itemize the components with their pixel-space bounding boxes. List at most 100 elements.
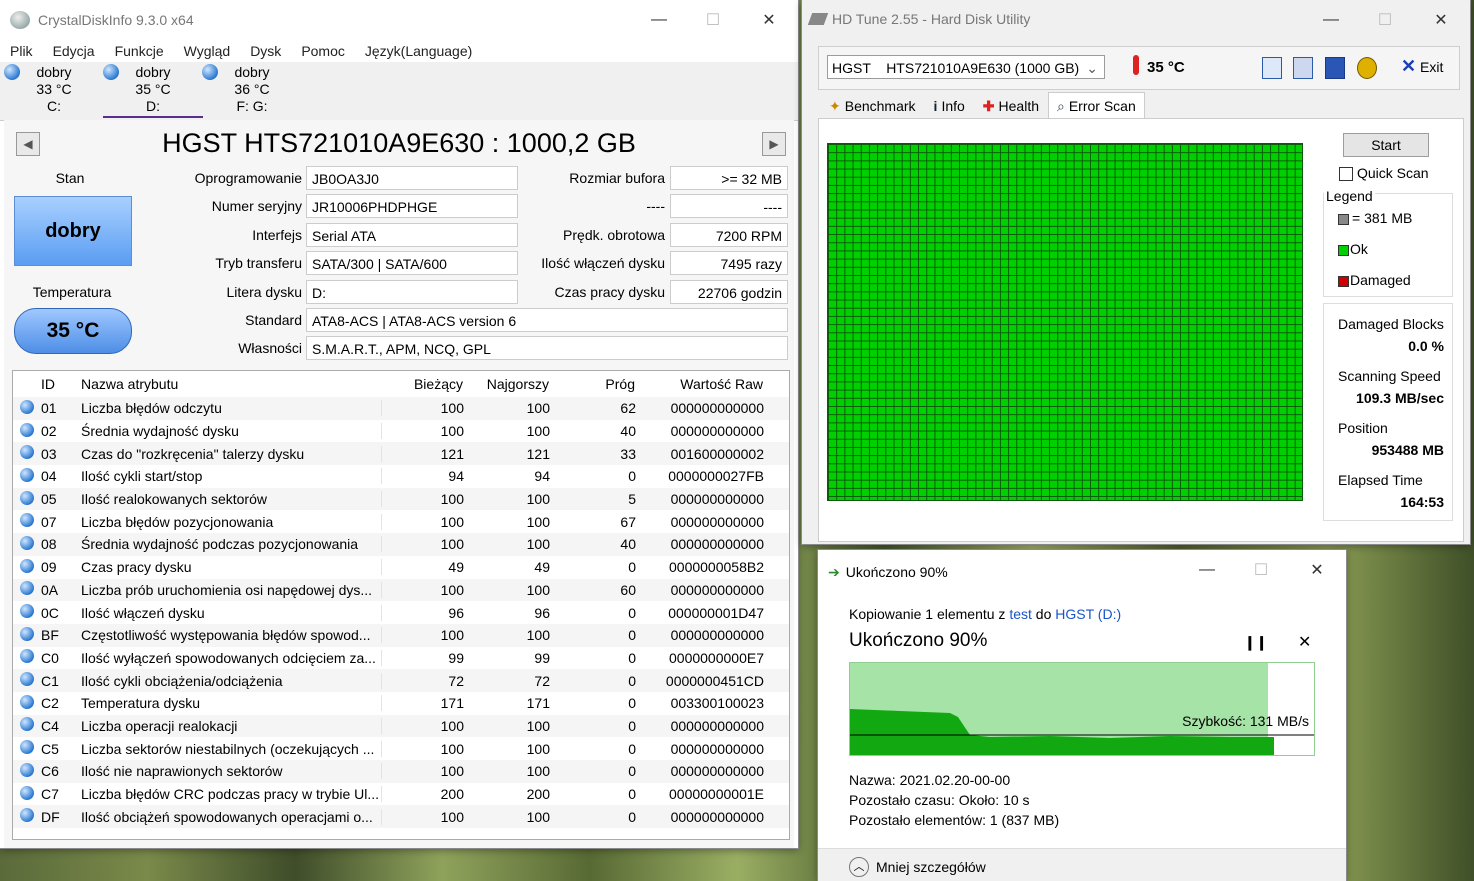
save-icon[interactable] (1325, 57, 1345, 79)
drive-c-button[interactable]: dobry 33 °C C: (4, 64, 104, 118)
drive-d-button[interactable]: dobry 35 °C D: (103, 64, 203, 118)
attr-name: Liczba błędów pozycjonowania (81, 513, 382, 530)
source-link[interactable]: test (1009, 606, 1032, 622)
table-row[interactable]: BF Częstotliwość występowania błędów spow… (13, 623, 789, 647)
minimize-button[interactable]: — (1308, 0, 1354, 40)
attr-raw: 0000000058B2 (669, 559, 764, 576)
table-row[interactable]: C0 Ilość wyłączeń spowodowanych odcięciem… (13, 647, 789, 670)
serial-value: JR10006PHDPHGE (306, 194, 518, 218)
table-row[interactable]: C7 Liczba błędów CRC podczas pracy w tryb… (13, 783, 789, 806)
start-button[interactable]: Start (1343, 133, 1429, 157)
table-row[interactable]: 0C Ilość włączeń dysku 96 96 0 000000001D47 (13, 601, 789, 624)
smart-attributes-table[interactable]: ID Nazwa atrybutu Bieżący Najgorszy Próg… (12, 370, 790, 840)
attr-worst: 100 (526, 423, 550, 440)
menu-item[interactable]: Plik (0, 40, 43, 62)
file-name: Nazwa: 2021.02.20-00-00 (849, 772, 1011, 788)
tab-error-scan[interactable]: ⌕ Error Scan (1048, 92, 1145, 119)
cancel-button[interactable]: ✕ (1298, 632, 1311, 652)
table-row[interactable]: 07 Liczba błędów pozycjonowania 100 100 67 00… (13, 510, 789, 533)
drive-letter: F: G: (236, 98, 268, 114)
table-row[interactable]: C4 Liczba operacji realokacji 100 100 0 00000… (13, 714, 789, 738)
attr-raw: 00000000001E (669, 786, 764, 803)
temperature-badge[interactable]: 35 °C (14, 308, 132, 354)
power-hours-label: Czas pracy dysku (554, 284, 665, 300)
drive-letter: C: (47, 98, 61, 114)
attr-raw: 000000000000 (670, 513, 764, 530)
options-icon[interactable] (1357, 57, 1377, 79)
health-status-badge[interactable]: dobry (14, 196, 132, 266)
table-row[interactable]: 03 Czas do "rozkręcenia" talerzy dysku 121… (13, 442, 789, 466)
table-row[interactable]: 02 Średnia wydajność dysku 100 100 40 0000000… (13, 420, 789, 443)
minimize-button[interactable]: — (636, 0, 682, 40)
status-ball-icon (20, 581, 34, 596)
menu-item[interactable]: Język(Language) (355, 40, 482, 62)
chevron-up-icon[interactable]: ︿ (849, 857, 869, 877)
attr-current: 100 (440, 763, 464, 780)
attr-threshold: 40 (620, 423, 636, 440)
col-current-header[interactable]: Bieżący (381, 376, 467, 392)
table-row[interactable]: C2 Temperatura dysku 171 171 0 003300100023 (13, 692, 789, 715)
tab-info[interactable]: i Info (925, 92, 974, 120)
destination-link[interactable]: HGST (D:) (1055, 606, 1121, 622)
exit-button[interactable]: Exit (1420, 59, 1443, 75)
attr-name: Ilość realokowanych sektorów (81, 491, 382, 508)
attr-worst: 99 (534, 649, 550, 666)
menu-item[interactable]: Funkcje (105, 40, 174, 62)
attr-id: 0C (41, 604, 59, 621)
table-row[interactable]: 0A Liczba prób uruchomienia osi napędowej… (13, 578, 789, 602)
table-row[interactable]: C1 Ilość cykli obciążenia/odciążenia 72 72 0… (13, 669, 789, 692)
close-button[interactable]: ✕ (746, 0, 792, 40)
col-id-header[interactable]: ID (41, 376, 81, 392)
attr-threshold: 5 (628, 491, 636, 508)
menu-item[interactable]: Wygląd (174, 40, 241, 62)
buffer-label: Rozmiar bufora (569, 170, 665, 186)
minimize-button[interactable]: — (1184, 550, 1230, 590)
table-row[interactable]: C6 Ilość nie naprawionych sektorów 100 100 0… (13, 760, 789, 783)
status-ball-icon (20, 490, 34, 505)
status-ball-icon (20, 808, 34, 823)
attr-worst: 100 (526, 627, 550, 644)
maximize-button[interactable]: ☐ (1362, 0, 1408, 40)
hdtune-toolbar: HGST HTS721010A9E630 (1000 GB) ⌄ 35 °C ✕… (818, 46, 1460, 90)
col-name-header[interactable]: Nazwa atrybutu (81, 376, 381, 392)
col-raw-header[interactable]: Wartość Raw (639, 376, 767, 392)
tab-benchmark[interactable]: ✦ Benchmark (820, 92, 925, 120)
legend-title: Legend (1324, 188, 1375, 204)
drive-select[interactable]: HGST HTS721010A9E630 (1000 GB) ⌄ (827, 55, 1105, 79)
status-ball-icon (20, 740, 34, 755)
col-worst-header[interactable]: Najgorszy (467, 376, 553, 392)
pause-button[interactable]: ❙❙ (1244, 634, 1267, 651)
scan-speed-value: 109.3 MB/sec (1356, 390, 1444, 406)
attr-raw: 000000000000 (670, 491, 764, 508)
rpm-label: Prędk. obrotowa (563, 227, 665, 243)
quick-scan-checkbox[interactable]: Quick Scan (1339, 165, 1429, 182)
menu-item[interactable]: Pomoc (291, 40, 355, 62)
table-row[interactable]: 01 Liczba błędów odczytu 100 100 62 000000000… (13, 397, 789, 420)
close-button[interactable]: ✕ (1418, 0, 1464, 40)
legend-block: = 381 MB (1338, 210, 1412, 226)
col-threshold-header[interactable]: Próg (553, 376, 639, 392)
copy-icon[interactable] (1262, 57, 1282, 79)
close-button[interactable]: ✕ (1294, 550, 1340, 590)
copy-all-icon[interactable] (1293, 57, 1313, 79)
scan-speed-label: Scanning Speed (1338, 368, 1441, 384)
table-row[interactable]: 05 Ilość realokowanych sektorów 100 100 5 000… (13, 487, 789, 511)
attr-current: 72 (448, 672, 464, 689)
table-row[interactable]: 09 Czas pracy dysku 49 49 0 0000000058B2 (13, 556, 789, 579)
table-row[interactable]: C5 Liczba sektorów niestabilnych (oczekuj… (13, 737, 789, 760)
table-row[interactable]: 08 Średnia wydajność podczas pozycjonowan… (13, 533, 789, 556)
table-row[interactable]: DF Ilość obciążeń spowodowanych operacjam… (13, 805, 789, 829)
maximize-button[interactable]: ☐ (690, 0, 736, 40)
chevron-down-icon: ⌄ (1086, 60, 1098, 76)
drive-fg-button[interactable]: dobry 36 °C F: G: (202, 64, 302, 118)
less-details-button[interactable]: Mniej szczegółów (876, 859, 986, 875)
tab-health[interactable]: ✚ Health (974, 92, 1048, 120)
menu-item[interactable]: Edycja (43, 40, 105, 62)
attr-worst: 72 (534, 672, 550, 689)
maximize-button[interactable]: ☐ (1238, 550, 1284, 590)
attr-worst: 49 (534, 559, 550, 576)
table-row[interactable]: 04 Ilość cykli start/stop 94 94 0 0000000027F… (13, 465, 789, 488)
attr-name: Średnia wydajność podczas pozycjonowania (81, 536, 382, 553)
menu-item[interactable]: Dysk (240, 40, 291, 62)
attr-name: Liczba operacji realokacji (81, 717, 382, 734)
